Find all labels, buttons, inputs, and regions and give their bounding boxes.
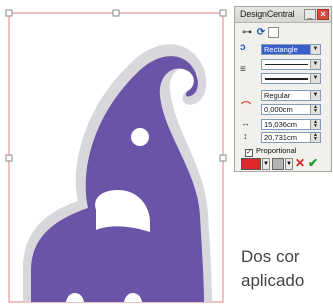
handle-middle-right[interactable] [219,154,227,162]
line-style-dropdown-1[interactable]: ▼ [261,59,321,70]
width-field[interactable]: 15,036cm ▲ ▼ [261,119,321,130]
corner-radius-icon: ⌒ [241,102,251,113]
chevron-down-icon: ▼ [310,45,320,54]
spinner-icon[interactable]: ▲ ▼ [310,105,320,114]
cancel-icon[interactable]: ✕ [295,157,305,170]
chevron-down-icon: ▼ [310,91,320,100]
width-value: 15,036cm [264,120,297,129]
rotate-icon[interactable]: ⟳ [254,26,268,39]
chevron-down-icon[interactable]: ▼ [262,158,270,170]
color-row: ▼ ▼ ✕ ✔ [241,157,331,170]
palette-titlebar[interactable]: DesignCentral _ × [235,7,331,23]
chevron-down-icon: ▼ [310,74,320,83]
apply-check-icon[interactable]: ✔ [308,157,318,170]
thick-line-sample [265,78,308,80]
palette-toolbar: ⊶ ⟳ [240,26,300,40]
anchor-icon[interactable]: ⊶ [240,26,254,39]
proportional-row[interactable]: ✓ Proportional [245,146,297,157]
minimize-button[interactable]: _ [304,9,316,20]
handle-top-center[interactable] [112,9,120,17]
close-button[interactable]: × [317,9,329,20]
chevron-down-icon[interactable]: ▼ [285,158,293,170]
handle-top-left[interactable] [5,9,13,17]
eye-icon [131,128,149,146]
handle-middle-left[interactable] [5,154,13,162]
palette-title: DesignCentral [240,9,295,19]
proportional-label: Proportional [256,146,297,155]
stroke-color-swatch[interactable] [272,158,284,170]
height-value: 20,731cm [264,133,297,142]
height-field[interactable]: 20,731cm ▲ ▼ [261,132,321,143]
proportional-checkbox[interactable]: ✓ [245,149,253,157]
box-icon[interactable] [268,27,279,38]
shape-type-dropdown[interactable]: Rectangle ▼ [261,44,321,55]
curve-icon: ↄ [240,42,246,53]
chevron-down-icon: ▼ [310,60,320,69]
spinner-icon[interactable]: ▲ ▼ [310,133,320,142]
lines-icon: ≡ [240,64,246,75]
corner-radius-field[interactable]: 0,000cm ▲ ▼ [261,104,321,115]
handle-top-right[interactable] [219,9,227,17]
shape-type-value: Rectangle [264,45,298,54]
designcentral-palette: DesignCentral _ × ⊶ ⟳ ↄ Rectangle ▼ ▼ ≡ … [234,6,332,172]
thin-line-sample [265,64,308,65]
corner-radius-value: 0,000cm [264,105,293,114]
corner-style-dropdown[interactable]: Regular ▼ [261,90,321,101]
height-icon: ↕ [243,131,248,141]
caption-line-1: Dos cor [241,247,300,266]
line-style-dropdown-2[interactable]: ▼ [261,73,321,84]
spinner-icon[interactable]: ▲ ▼ [310,120,320,129]
caption-line-2: aplicado [241,271,305,290]
width-icon: ↔ [241,118,250,128]
corner-style-value: Regular [264,91,291,100]
fill-color-swatch[interactable] [241,158,261,170]
